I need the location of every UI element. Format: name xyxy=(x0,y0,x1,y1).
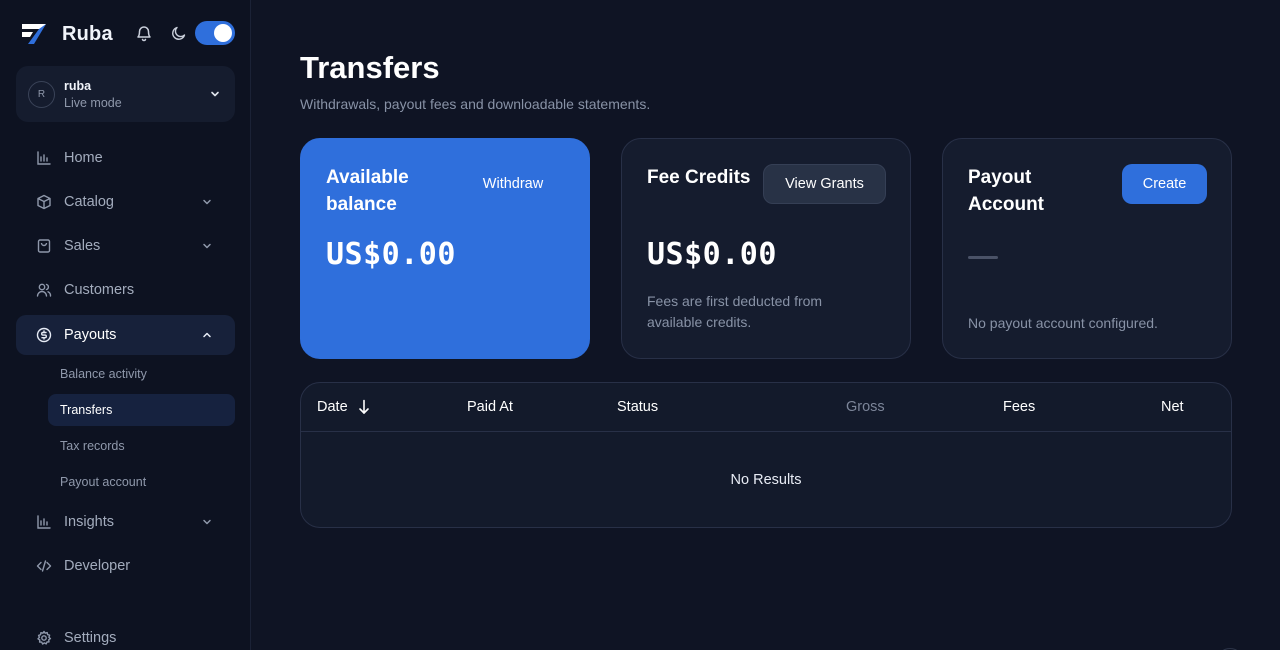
column-header-gross[interactable]: Gross xyxy=(846,399,885,415)
sidebar-subitem-label: Balance activity xyxy=(60,367,147,381)
fee-credits-amount: US$0.00 xyxy=(647,237,777,272)
available-balance-amount: US$0.00 xyxy=(326,237,456,272)
chevron-down-icon xyxy=(203,199,211,205)
fee-credits-note: Fees are first deducted from available c… xyxy=(647,293,823,330)
chevron-down-icon xyxy=(203,519,211,525)
sidebar-subitem-label: Payout account xyxy=(60,475,147,489)
sidebar-item-developer[interactable]: Developer xyxy=(16,546,235,586)
fee-credits-card: Fee Credits View Grants US$0.00 Fees are… xyxy=(621,138,911,359)
transfers-table: Date Paid At Status Gross Fees Net No Re… xyxy=(300,382,1232,528)
empty-state: No Results xyxy=(730,472,802,488)
app-name: Ruba xyxy=(62,22,113,45)
sidebar-item-payouts[interactable]: Payouts xyxy=(16,315,235,355)
sidebar-item-label: Insights xyxy=(64,514,114,530)
page-title: Transfers xyxy=(300,50,440,85)
sidebar-item-label: Sales xyxy=(64,238,101,254)
payout-account-card: Payout Account Create No payout account … xyxy=(942,138,1232,359)
box-icon xyxy=(37,194,51,210)
sidebar-item-customers[interactable]: Customers xyxy=(16,270,235,310)
sidebar-item-insights[interactable]: Insights xyxy=(16,502,235,542)
card-title: Fee Credits xyxy=(647,167,751,188)
sidebar-subitem-transfers[interactable]: Transfers xyxy=(48,394,235,426)
bar-chart-icon xyxy=(37,151,51,165)
withdraw-button[interactable]: Withdraw xyxy=(466,164,560,204)
column-header-net[interactable]: Net xyxy=(1161,399,1184,415)
available-balance-card: Available balance Withdraw US$0.00 xyxy=(300,138,590,359)
sidebar-subitem-balance-activity[interactable]: Balance activity xyxy=(48,358,235,390)
bell-icon[interactable] xyxy=(135,24,153,42)
sidebar-item-label: Catalog xyxy=(64,194,114,210)
sidebar-item-label: Payouts xyxy=(64,327,117,343)
view-grants-button[interactable]: View Grants xyxy=(763,164,886,204)
column-header-date[interactable]: Date xyxy=(317,399,348,415)
page-subtitle: Withdrawals, payout fees and downloadabl… xyxy=(300,96,651,112)
chevron-down-icon xyxy=(211,91,219,97)
code-icon xyxy=(36,560,52,572)
account-mode: Live mode xyxy=(64,96,122,110)
sidebar-item-label: Developer xyxy=(64,558,131,574)
moon-icon[interactable] xyxy=(171,25,187,41)
sidebar-subitem-label: Transfers xyxy=(60,403,113,417)
chevron-up-icon xyxy=(203,332,211,338)
chevron-down-icon xyxy=(203,243,211,249)
table-header: Date Paid At Status Gross Fees Net xyxy=(301,383,1231,432)
card-title: Payout Account xyxy=(968,167,1044,215)
sidebar-item-label: Home xyxy=(64,150,103,166)
shopping-bag-icon xyxy=(37,239,51,253)
sidebar-subitem-tax-records[interactable]: Tax records xyxy=(48,430,235,462)
arrow-down-icon[interactable] xyxy=(358,399,370,415)
bar-chart-icon xyxy=(37,515,51,529)
create-button[interactable]: Create xyxy=(1122,164,1207,204)
sidebar-item-sales[interactable]: Sales xyxy=(16,226,235,266)
users-icon xyxy=(36,283,52,297)
toggle-knob xyxy=(214,24,232,42)
sidebar-item-home[interactable]: Home xyxy=(16,138,235,178)
gear-icon xyxy=(37,630,52,645)
account-switcher[interactable]: R ruba Live mode xyxy=(16,66,235,122)
theme-toggle[interactable] xyxy=(195,21,235,45)
card-title: Available balance xyxy=(326,167,409,215)
logo-icon xyxy=(22,24,46,44)
column-header-fees[interactable]: Fees xyxy=(1003,399,1035,415)
sidebar-item-catalog[interactable]: Catalog xyxy=(16,182,235,222)
dollar-circle-icon xyxy=(36,327,52,343)
sidebar-item-label: Settings xyxy=(64,630,117,646)
sidebar: Ruba R ruba Live mode Home Catalog Sales… xyxy=(0,0,251,650)
account-name: ruba xyxy=(64,79,92,93)
sidebar-item-settings[interactable]: Settings xyxy=(16,618,235,650)
column-header-paid-at[interactable]: Paid At xyxy=(467,399,513,415)
sidebar-subitem-payout-account[interactable]: Payout account xyxy=(48,466,235,498)
empty-value-dash xyxy=(968,256,998,259)
brand[interactable]: Ruba xyxy=(20,20,113,48)
sidebar-item-label: Customers xyxy=(64,282,135,298)
sidebar-subitem-label: Tax records xyxy=(60,439,125,453)
avatar: R xyxy=(28,81,55,108)
payout-account-note: No payout account configured. xyxy=(968,315,1158,331)
column-header-status[interactable]: Status xyxy=(617,399,658,415)
